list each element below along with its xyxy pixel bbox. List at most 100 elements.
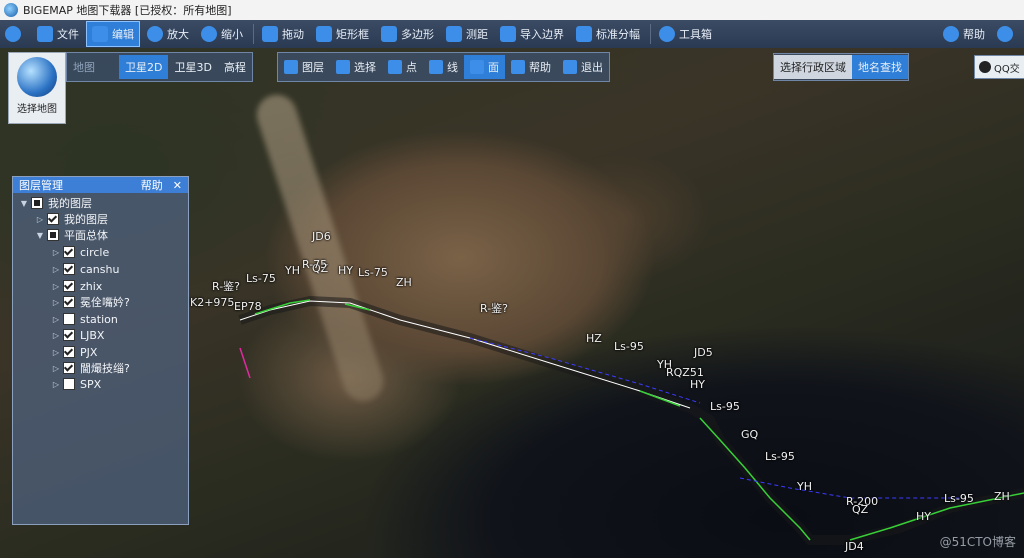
select-tool-button[interactable]: 选择 bbox=[330, 55, 382, 79]
layer-panel-help-link[interactable]: 帮助 bbox=[141, 177, 163, 193]
expand-toggle-icon[interactable]: ▷ bbox=[51, 265, 61, 274]
layer-checkbox[interactable] bbox=[31, 197, 43, 209]
layer-panel-title: 图层管理 bbox=[19, 179, 63, 192]
expand-toggle-icon[interactable]: ▷ bbox=[51, 298, 61, 307]
layer-manager-panel: 图层管理 帮助 ✕ ▼ 我的图层 ▷ 我的图层 ▼ 平面总体 ▷ circle ▷ can… bbox=[12, 176, 189, 525]
area-tool-button[interactable]: 面 bbox=[464, 55, 505, 79]
expand-toggle-icon[interactable]: ▷ bbox=[51, 315, 61, 324]
gear-icon bbox=[659, 26, 675, 42]
station-marker-line bbox=[239, 347, 251, 379]
region-tabs: 选择行政区域 地名查找 bbox=[773, 53, 909, 81]
tree-item[interactable]: ▼ 平面总体 bbox=[35, 227, 108, 243]
help-icon bbox=[511, 60, 525, 74]
map-type-hidden-button[interactable]: 地图 bbox=[67, 55, 119, 79]
tree-item[interactable]: ▷ PJX bbox=[51, 344, 98, 360]
title-bar: BIGEMAP 地图下载器 [已授权：所有地图] bbox=[0, 0, 1024, 20]
zoom-in-label: 放大 bbox=[167, 28, 189, 41]
layer-checkbox[interactable] bbox=[63, 313, 75, 325]
zoom-out-label: 缩小 bbox=[221, 28, 243, 41]
map-label: EP78 bbox=[234, 300, 262, 313]
map-label: HY bbox=[916, 510, 931, 523]
toolbox-button[interactable]: 工具箱 bbox=[654, 22, 717, 46]
expand-toggle-icon[interactable]: ▷ bbox=[51, 282, 61, 291]
help-button[interactable]: 帮助 bbox=[938, 22, 990, 46]
select-map-label: 选择地图 bbox=[17, 104, 57, 115]
layer-checkbox[interactable] bbox=[63, 362, 75, 374]
tree-item-label: PJX bbox=[80, 345, 98, 359]
tree-item-label: station bbox=[80, 312, 118, 326]
measure-label: 测距 bbox=[466, 28, 488, 41]
map-label: Ls-95 bbox=[710, 400, 740, 413]
point-tool-button[interactable]: 点 bbox=[382, 55, 423, 79]
draw-help-label: 帮助 bbox=[529, 61, 551, 74]
road-band bbox=[238, 295, 1024, 545]
tree-item[interactable]: ▷ zhix bbox=[51, 278, 102, 294]
layer-checkbox[interactable] bbox=[47, 229, 59, 241]
elevation-button[interactable]: 高程 bbox=[218, 55, 252, 79]
zoom-in-button[interactable]: 放大 bbox=[142, 22, 194, 46]
layers-icon bbox=[284, 60, 298, 74]
layer-checkbox[interactable] bbox=[63, 296, 75, 308]
tab-place-search[interactable]: 地名查找 bbox=[852, 55, 908, 79]
tree-item[interactable]: ▷ 閫熶技缁? bbox=[51, 360, 130, 376]
tree-item-label: 冕佺嘴妗? bbox=[80, 296, 130, 309]
expand-toggle-icon[interactable]: ▷ bbox=[51, 380, 61, 389]
map-label: Ls-95 bbox=[944, 492, 974, 505]
layer-checkbox[interactable] bbox=[63, 280, 75, 292]
tree-item[interactable]: ▷ circle bbox=[51, 244, 109, 260]
tree-item[interactable]: ▷ LJBX bbox=[51, 327, 105, 343]
polygon-label: 多边形 bbox=[401, 28, 434, 41]
layer-checkbox[interactable] bbox=[63, 246, 75, 258]
zoom-out-button[interactable]: 缩小 bbox=[196, 22, 248, 46]
expand-toggle-icon[interactable]: ▼ bbox=[19, 199, 29, 208]
expand-toggle-icon[interactable]: ▷ bbox=[51, 364, 61, 373]
tree-item[interactable]: ▷ station bbox=[51, 311, 118, 327]
select-map-button[interactable]: 选择地图 bbox=[8, 52, 66, 124]
expand-toggle-icon[interactable]: ▷ bbox=[51, 348, 61, 357]
pan-button[interactable]: 拖动 bbox=[257, 22, 309, 46]
standard-sheet-button[interactable]: 标准分幅 bbox=[571, 22, 645, 46]
tab-select-region[interactable]: 选择行政区域 bbox=[774, 55, 852, 79]
import-boundary-button[interactable]: 导入边界 bbox=[495, 22, 569, 46]
layer-checkbox[interactable] bbox=[63, 263, 75, 275]
expand-toggle-icon[interactable]: ▼ bbox=[35, 231, 45, 240]
import-boundary-label: 导入边界 bbox=[520, 28, 564, 41]
map-label: ZH bbox=[994, 490, 1010, 503]
layer-checkbox[interactable] bbox=[63, 378, 75, 390]
map-label: Ls-95 bbox=[765, 450, 795, 463]
qq-penguin-icon bbox=[979, 61, 991, 73]
tree-item-label: SPX bbox=[80, 377, 102, 391]
layer-button[interactable]: 图层 bbox=[278, 55, 330, 79]
tree-item[interactable]: ▷ SPX bbox=[51, 376, 101, 392]
line-tool-button[interactable]: 线 bbox=[423, 55, 464, 79]
map-label: JD4 bbox=[845, 540, 864, 553]
exit-button[interactable]: 退出 bbox=[557, 55, 609, 79]
about-button[interactable] bbox=[992, 22, 1022, 46]
qq-button[interactable]: QQ交 bbox=[974, 55, 1024, 79]
close-icon[interactable]: ✕ bbox=[173, 179, 182, 192]
satellite-3d-button[interactable]: 卫星3D bbox=[168, 55, 217, 79]
draw-help-button[interactable]: 帮助 bbox=[505, 55, 557, 79]
map-label: K2+975 bbox=[190, 296, 235, 309]
expand-toggle-icon[interactable]: ▷ bbox=[35, 215, 45, 224]
polygon-button[interactable]: 多边形 bbox=[376, 22, 439, 46]
tree-item[interactable]: ▷ canshu bbox=[51, 261, 120, 277]
tree-item[interactable]: ▷ 我的图层 bbox=[35, 211, 108, 227]
expand-toggle-icon[interactable]: ▷ bbox=[51, 248, 61, 257]
layer-checkbox[interactable] bbox=[47, 213, 59, 225]
layer-checkbox[interactable] bbox=[63, 346, 75, 358]
rectangle-button[interactable]: 矩形框 bbox=[311, 22, 374, 46]
layer-checkbox[interactable] bbox=[63, 329, 75, 341]
tree-item-root[interactable]: ▼ 我的图层 bbox=[19, 195, 92, 211]
line-label: 线 bbox=[447, 61, 458, 74]
satellite-2d-button[interactable]: 卫星2D bbox=[119, 55, 169, 79]
toolbox-label: 工具箱 bbox=[679, 28, 712, 41]
map-label: GQ bbox=[741, 428, 759, 441]
expand-toggle-icon[interactable]: ▷ bbox=[51, 331, 61, 340]
tree-item[interactable]: ▷ 冕佺嘴妗? bbox=[51, 294, 130, 310]
edit-button[interactable]: 编辑 bbox=[86, 21, 140, 47]
chat-button[interactable] bbox=[0, 22, 30, 46]
file-button[interactable]: 文件 bbox=[32, 22, 84, 46]
measure-button[interactable]: 测距 bbox=[441, 22, 493, 46]
rectangle-label: 矩形框 bbox=[336, 28, 369, 41]
